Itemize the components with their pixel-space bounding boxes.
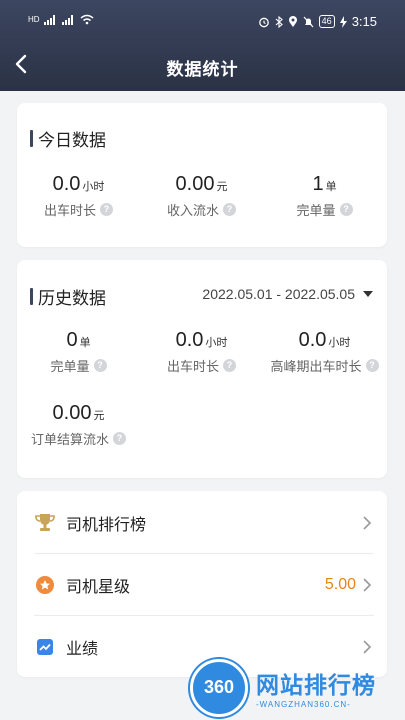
today-section-title: 今日数据 — [30, 126, 106, 151]
stat-label: 完单量 — [50, 359, 90, 374]
stat-value: 0.00 — [175, 173, 215, 195]
dropdown-triangle-icon — [363, 291, 373, 297]
today-data-card: 今日数据 0.0 小时 出车时长? 0.00 元 收入流水? 1单 完单量? — [17, 103, 387, 247]
help-icon[interactable]: ? — [223, 203, 236, 216]
signal-icon — [61, 14, 76, 25]
date-range-text: 2022.05.01 - 2022.05.05 — [202, 286, 355, 302]
help-icon[interactable]: ? — [113, 432, 126, 445]
stat-value: 0 — [66, 329, 78, 351]
stat-value: 0.0 — [175, 329, 204, 351]
bluetooth-icon — [275, 15, 283, 28]
chevron-right-icon — [363, 577, 372, 592]
location-icon — [288, 15, 297, 27]
stat-label: 出车时长 — [166, 359, 219, 374]
stat-label: 订单结算流水 — [30, 432, 109, 447]
stat-unit: 元 — [93, 410, 105, 422]
menu-item-label: 司机排行榜 — [66, 516, 147, 534]
app-header: HD 46 3:15 数据统计 — [0, 0, 405, 91]
network-type: HD — [28, 15, 40, 24]
battery-level: 46 — [318, 15, 335, 28]
help-icon[interactable]: ? — [100, 203, 113, 216]
chevron-right-icon — [363, 639, 372, 654]
watermark-subtitle: -WANGZHAN360.CN- — [256, 700, 351, 709]
stat-value: 0.0 — [298, 329, 327, 351]
page-title: 数据统计 — [166, 60, 239, 79]
stat-unit: 单 — [325, 181, 337, 193]
title-accent-bar — [30, 288, 33, 305]
mute-icon — [303, 16, 314, 27]
history-stat-peak-time: 0.0 小时 高峰期出车时长? — [263, 329, 386, 375]
date-range-selector[interactable]: 2022.05.01 - 2022.05.05 — [202, 286, 373, 302]
stat-value: 1 — [312, 173, 324, 195]
trend-chart-icon — [34, 636, 56, 658]
watermark-badge: 360 — [190, 658, 248, 717]
help-icon[interactable]: ? — [93, 359, 107, 372]
menu-item-driver-rating[interactable]: 司机星级 5.00 — [34, 554, 372, 615]
history-stat-drive-time: 0.0 小时 出车时长? — [140, 329, 263, 375]
today-stat-drive-time: 0.0 小时 出车时长? — [17, 173, 140, 219]
star-badge-icon — [34, 574, 56, 596]
stat-value: 0.00 — [52, 402, 92, 424]
history-title: 历史数据 — [38, 289, 106, 308]
stat-unit: 单 — [79, 337, 91, 349]
alarm-icon — [258, 17, 269, 27]
status-icons: 46 3:15 — [258, 14, 377, 29]
help-icon[interactable]: ? — [339, 203, 353, 216]
stat-label: 完单量 — [296, 203, 336, 218]
menu-item-driver-ranking[interactable]: 司机排行榜 — [34, 492, 372, 553]
today-stat-income: 0.00 元 收入流水? — [140, 173, 263, 219]
trophy-icon — [34, 512, 56, 534]
stat-label: 收入流水 — [166, 203, 219, 218]
history-section-title: 历史数据 — [30, 284, 106, 309]
stat-label: 高峰期出车时长 — [270, 359, 362, 374]
help-icon[interactable]: ? — [223, 359, 236, 372]
watermark: 360 网站排行榜 -WANGZHAN360.CN- — [190, 655, 405, 720]
driver-rating-value: 5.00 — [324, 575, 356, 593]
stat-value: 0.0 — [52, 173, 81, 195]
status-bar: HD 46 3:15 — [0, 0, 405, 44]
help-icon[interactable]: ? — [365, 359, 379, 372]
history-stat-settlement: 0.00 元 订单结算流水? — [17, 402, 140, 448]
today-stat-orders: 1单 完单量? — [263, 173, 386, 219]
today-title: 今日数据 — [38, 131, 106, 150]
stat-unit: 小时 — [82, 181, 105, 193]
stat-unit: 元 — [216, 181, 228, 193]
menu-item-label: 司机星级 — [66, 578, 131, 596]
watermark-title: 网站排行榜 — [256, 672, 376, 698]
history-data-card: 历史数据 2022.05.01 - 2022.05.05 0单 完单量? 0.0… — [17, 260, 387, 478]
history-stat-orders: 0单 完单量? — [17, 329, 140, 375]
stat-unit: 小时 — [328, 337, 351, 349]
title-accent-bar — [30, 130, 33, 147]
status-time: 3:15 — [351, 14, 377, 29]
charging-icon — [339, 15, 347, 28]
stat-label: 出车时长 — [43, 203, 96, 218]
menu-card: 司机排行榜 司机星级 5.00 业绩 — [17, 491, 387, 677]
signal-indicators: HD — [28, 14, 94, 25]
chevron-right-icon — [363, 515, 372, 530]
signal-icon — [43, 14, 58, 25]
wifi-icon — [80, 14, 94, 25]
stat-unit: 小时 — [205, 337, 228, 349]
